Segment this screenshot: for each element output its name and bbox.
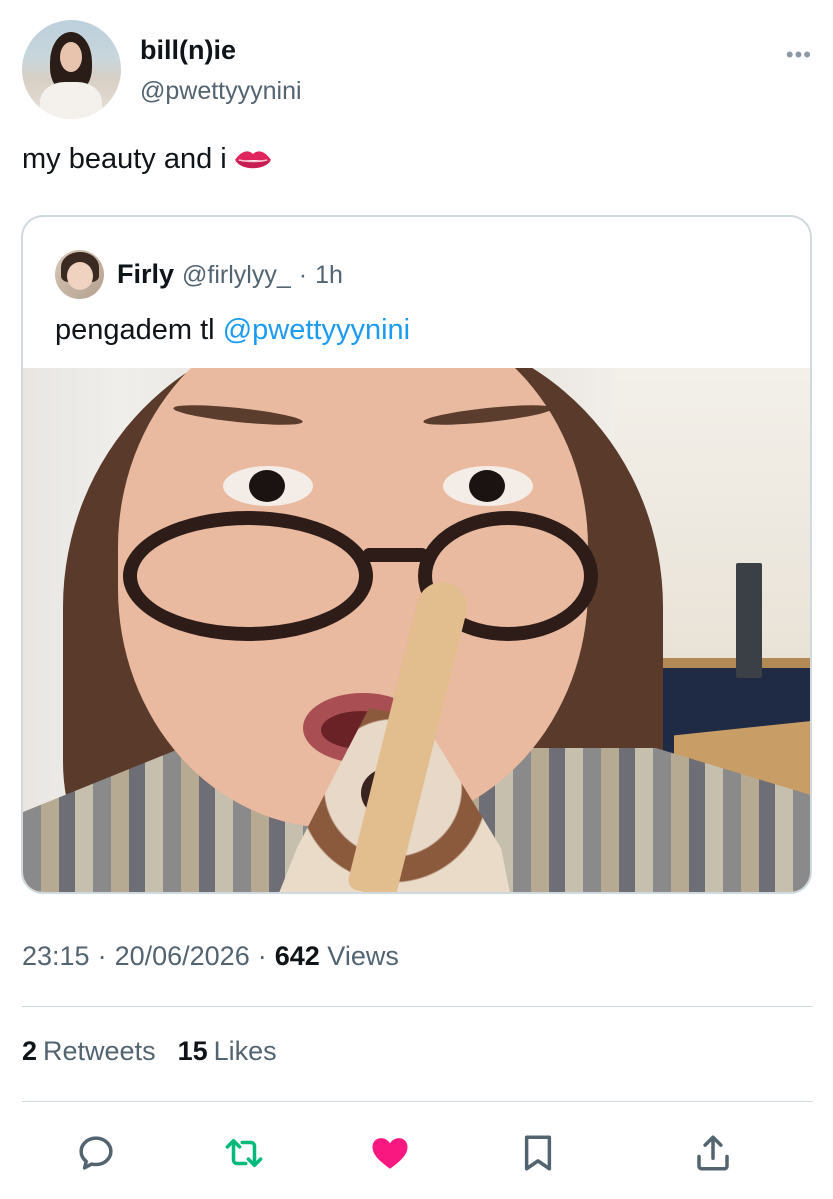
share-icon bbox=[697, 1135, 729, 1171]
photo-right-eye bbox=[443, 466, 533, 506]
meta-separator: · bbox=[257, 941, 267, 971]
likes-stat[interactable]: 15 Likes bbox=[178, 1036, 277, 1067]
action-bar bbox=[0, 1128, 833, 1178]
quoted-author-avatar[interactable] bbox=[55, 250, 104, 299]
photo-glasses-bridge bbox=[363, 548, 428, 562]
bookmark-button[interactable] bbox=[513, 1128, 563, 1178]
bookmark-icon bbox=[524, 1135, 552, 1171]
tweet-timestamp-line: 23:15 · 20/06/2026 · 642 Views bbox=[22, 941, 399, 972]
likes-label: Likes bbox=[213, 1036, 277, 1066]
quoted-author-name[interactable]: Firly bbox=[117, 259, 174, 290]
retweet-button[interactable] bbox=[219, 1128, 269, 1178]
quoted-tweet-text: pengadem tl @pwettyyynini bbox=[55, 314, 410, 347]
likes-count: 15 bbox=[177, 1036, 208, 1066]
tweet-date[interactable]: 20/06/2026 bbox=[115, 941, 250, 972]
photo-glasses-left-lens bbox=[123, 511, 373, 641]
quoted-avatar-face bbox=[67, 262, 93, 290]
meta-separator: · bbox=[97, 941, 107, 971]
views-label: Views bbox=[327, 941, 399, 971]
quoted-text-prefix: pengadem tl bbox=[55, 314, 215, 346]
reply-button[interactable] bbox=[71, 1128, 121, 1178]
divider bbox=[22, 1006, 813, 1007]
author-handle[interactable]: @pwettyyynini bbox=[140, 77, 302, 106]
quoted-mention-link[interactable]: @pwettyyynini bbox=[223, 314, 410, 346]
avatar-shirt bbox=[40, 82, 102, 119]
tweet-text: my beauty and i bbox=[22, 143, 273, 176]
author-avatar[interactable] bbox=[22, 20, 121, 119]
quoted-tweet[interactable]: Firly @firlylyy_ · 1h pengadem tl @pwett… bbox=[21, 215, 812, 894]
more-options-icon[interactable]: ••• bbox=[786, 42, 812, 68]
tweet-text-content: my beauty and i bbox=[22, 143, 227, 175]
reply-icon bbox=[79, 1136, 113, 1170]
retweets-stat[interactable]: 2 Retweets bbox=[22, 1036, 156, 1067]
photo-table-sign bbox=[736, 563, 762, 678]
avatar-face bbox=[60, 42, 82, 72]
share-button[interactable] bbox=[688, 1128, 738, 1178]
retweets-count: 2 bbox=[22, 1036, 38, 1066]
heart-icon bbox=[372, 1138, 408, 1169]
tweet-header: bill(n)ie @pwettyyynini ••• bbox=[22, 20, 822, 120]
engagement-stats: 2 Retweets 15 Likes bbox=[22, 1036, 277, 1067]
photo-left-eye bbox=[223, 466, 313, 506]
divider bbox=[22, 1101, 813, 1102]
retweet-icon bbox=[225, 1139, 263, 1167]
tweet-detail: bill(n)ie @pwettyyynini ••• my beauty an… bbox=[0, 0, 833, 1199]
quoted-tweet-time[interactable]: 1h bbox=[315, 261, 343, 290]
views-count: 642 bbox=[274, 941, 320, 971]
lips-icon bbox=[234, 150, 271, 168]
views-stat[interactable]: 642 Views bbox=[275, 941, 399, 972]
tweet-time[interactable]: 23:15 bbox=[22, 941, 90, 972]
retweets-label: Retweets bbox=[43, 1036, 156, 1066]
like-button[interactable] bbox=[365, 1128, 415, 1178]
quoted-tweet-meta: Firly @firlylyy_ · 1h bbox=[117, 259, 343, 290]
quoted-meta-separator: · bbox=[298, 261, 308, 289]
quoted-author-handle[interactable]: @firlylyy_ bbox=[182, 261, 291, 290]
quoted-tweet-photo[interactable] bbox=[23, 368, 810, 892]
author-display-name[interactable]: bill(n)ie bbox=[140, 35, 236, 66]
